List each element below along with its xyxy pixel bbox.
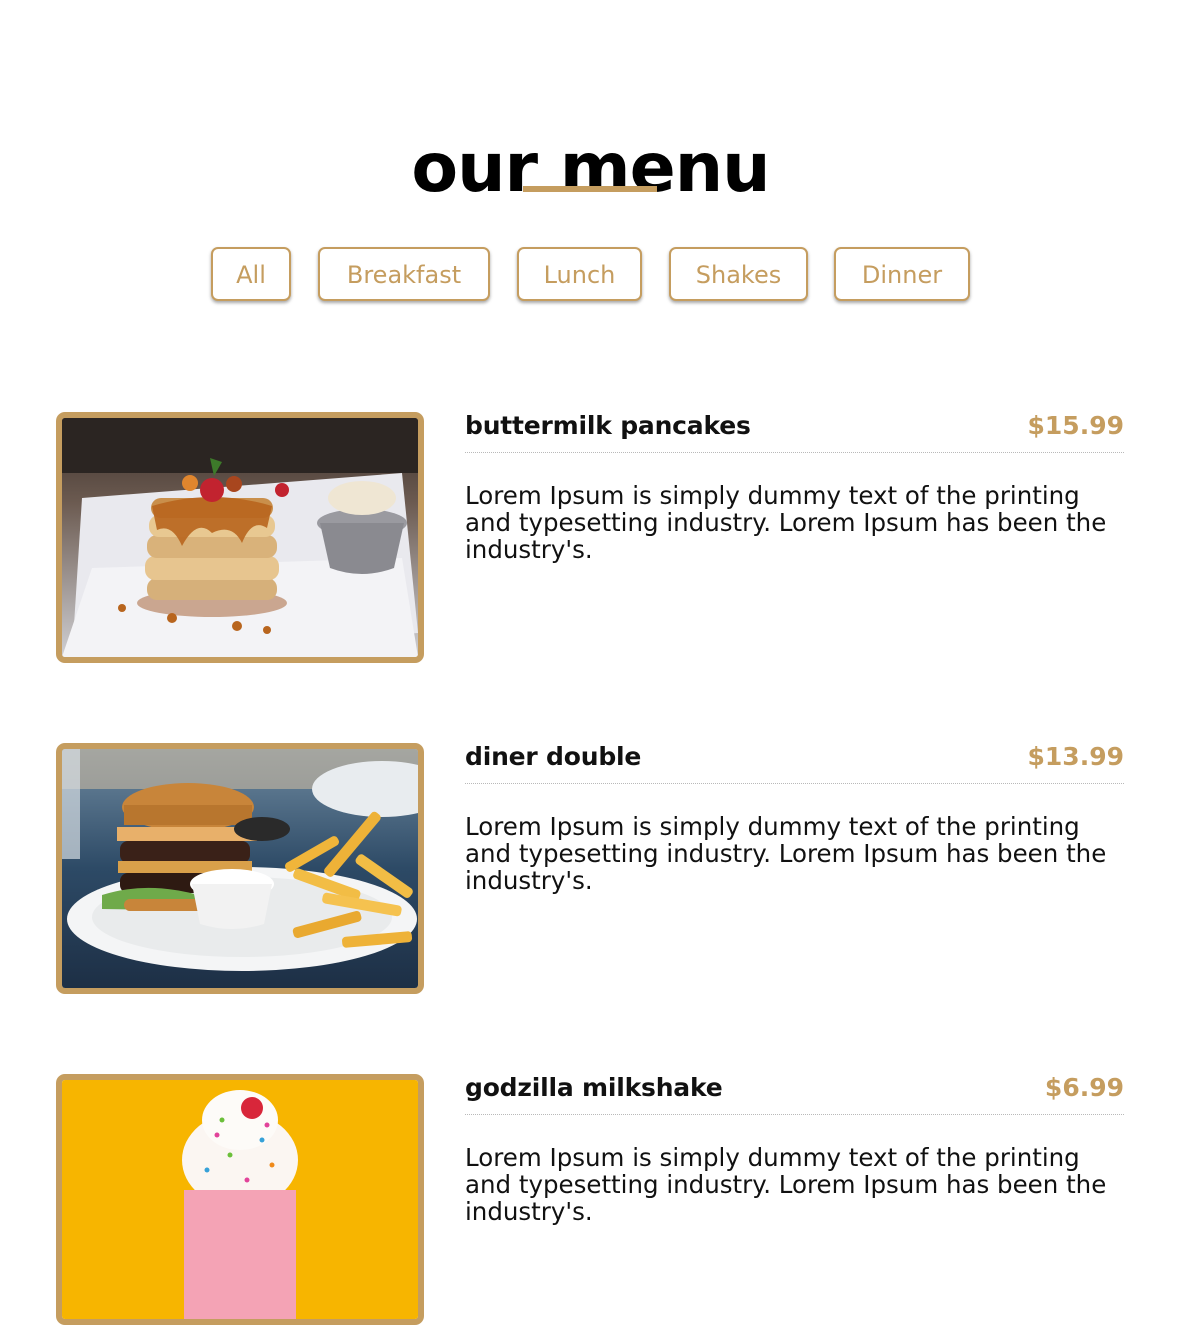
menu-item: diner double $13.99 Lorem Ipsum is simpl… [56,743,1125,995]
pancakes-photo [56,412,424,663]
item-description: Lorem Ipsum is simply dummy text of the … [465,812,1107,895]
item-description: Lorem Ipsum is simply dummy text of the … [465,481,1107,564]
item-divider [465,783,1124,784]
item-price: $13.99 [1027,742,1124,771]
item-name: diner double [465,742,642,771]
burger-photo [56,743,424,994]
menu-item: godzilla milkshake $6.99 Lorem Ipsum is … [56,1074,1125,1326]
filter-breakfast-button[interactable]: Breakfast [318,247,490,301]
item-price: $15.99 [1027,411,1124,440]
milkshake-photo [56,1074,424,1325]
item-price: $6.99 [1044,1073,1124,1102]
filter-dinner-button[interactable]: Dinner [834,247,970,301]
page-title: our menu [411,128,770,208]
item-name: buttermilk pancakes [465,411,751,440]
filter-lunch-button[interactable]: Lunch [517,247,642,301]
item-name: godzilla milkshake [465,1073,723,1102]
filter-shakes-button[interactable]: Shakes [669,247,808,301]
item-description: Lorem Ipsum is simply dummy text of the … [465,1143,1107,1226]
item-divider [465,452,1124,453]
filter-all-button[interactable]: All [211,247,291,301]
menu-item: buttermilk pancakes $15.99 Lorem Ipsum i… [56,412,1125,664]
item-divider [465,1114,1124,1115]
title-underline [523,186,657,192]
